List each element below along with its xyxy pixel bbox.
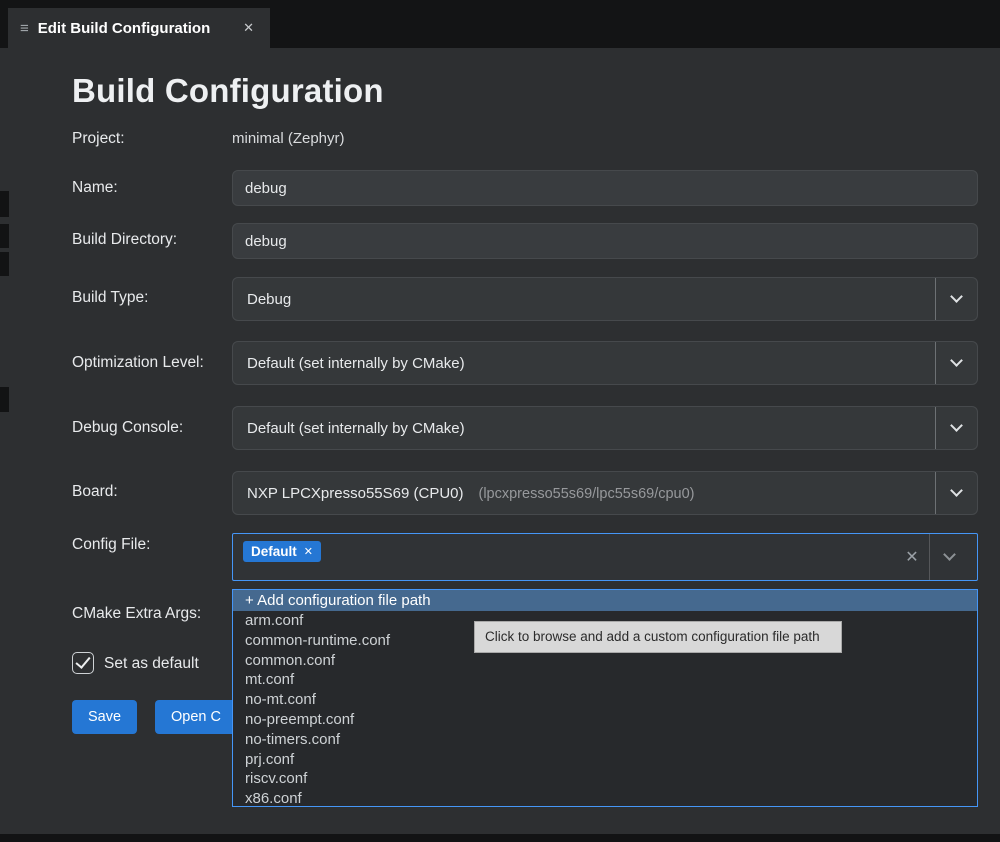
chevron-down-icon bbox=[935, 407, 977, 449]
project-value: minimal (Zephyr) bbox=[232, 130, 345, 147]
debug-console-select[interactable]: Default (set internally by CMake) bbox=[232, 406, 978, 450]
board-value: NXP LPCXpresso55S69 (CPU0) bbox=[247, 485, 464, 502]
add-config-file-path-option[interactable]: + Add configuration file path bbox=[233, 590, 977, 611]
chevron-down-icon bbox=[935, 472, 977, 514]
config-file-label: Config File: bbox=[72, 536, 150, 554]
tab-bar: ≡ Edit Build Configuration ✕ bbox=[0, 0, 1000, 48]
optimization-level-label: Optimization Level: bbox=[72, 354, 204, 372]
debug-console-label: Debug Console: bbox=[72, 419, 183, 437]
name-label: Name: bbox=[72, 179, 118, 197]
tab-edit-build-configuration[interactable]: ≡ Edit Build Configuration ✕ bbox=[8, 8, 270, 48]
build-type-value: Debug bbox=[247, 291, 291, 308]
chevron-down-icon bbox=[935, 278, 977, 320]
save-button[interactable]: Save bbox=[72, 700, 137, 734]
config-option[interactable]: riscv.conf bbox=[233, 769, 977, 789]
browse-tooltip: Click to browse and add a custom configu… bbox=[474, 621, 842, 653]
bottom-edge-strip bbox=[0, 834, 1000, 842]
config-chip-default[interactable]: Default ✕ bbox=[243, 541, 321, 562]
config-option[interactable]: common.conf bbox=[233, 651, 977, 671]
optimization-level-value: Default (set internally by CMake) bbox=[247, 355, 465, 372]
set-as-default-label: Set as default bbox=[104, 655, 199, 673]
build-type-label: Build Type: bbox=[72, 289, 148, 307]
left-edge-notch bbox=[0, 191, 9, 217]
board-select[interactable]: NXP LPCXpresso55S69 (CPU0) (lpcxpresso55… bbox=[232, 471, 978, 515]
build-directory-input[interactable] bbox=[232, 223, 978, 259]
tab-title: Edit Build Configuration bbox=[38, 20, 210, 37]
edit-build-configuration-window: ≡ Edit Build Configuration ✕ Build Confi… bbox=[0, 0, 1000, 842]
board-detail: (lpcxpresso55s69/lpc55s69/cpu0) bbox=[479, 486, 695, 502]
build-type-select[interactable]: Debug bbox=[232, 277, 978, 321]
project-label: Project: bbox=[72, 130, 125, 148]
debug-console-value: Default (set internally by CMake) bbox=[247, 420, 465, 437]
list-icon: ≡ bbox=[20, 20, 29, 37]
chevron-down-icon[interactable] bbox=[929, 534, 969, 580]
config-option[interactable]: no-timers.conf bbox=[233, 730, 977, 750]
config-option[interactable]: prj.conf bbox=[233, 750, 977, 770]
config-option[interactable]: x86.conf bbox=[233, 789, 977, 807]
config-option[interactable]: mt.conf bbox=[233, 670, 977, 690]
board-label: Board: bbox=[72, 483, 118, 501]
optimization-level-select[interactable]: Default (set internally by CMake) bbox=[232, 341, 978, 385]
chip-remove-icon[interactable]: ✕ bbox=[304, 545, 313, 558]
page-title: Build Configuration bbox=[72, 72, 384, 110]
left-edge-notch bbox=[0, 387, 9, 412]
build-directory-label: Build Directory: bbox=[72, 231, 177, 249]
chevron-down-icon bbox=[935, 342, 977, 384]
name-input[interactable] bbox=[232, 170, 978, 206]
cmake-extra-args-label: CMake Extra Args: bbox=[72, 605, 201, 623]
clear-selection-icon[interactable]: ✕ bbox=[895, 547, 929, 567]
config-file-multiselect[interactable]: Default ✕ ✕ bbox=[232, 533, 978, 581]
set-as-default-checkbox[interactable] bbox=[72, 652, 94, 674]
config-chip-label: Default bbox=[251, 544, 297, 559]
left-edge-notch bbox=[0, 224, 9, 248]
config-option[interactable]: no-mt.conf bbox=[233, 690, 977, 710]
left-edge-notch bbox=[0, 252, 9, 276]
config-option[interactable]: no-preempt.conf bbox=[233, 710, 977, 730]
tab-close-icon[interactable]: ✕ bbox=[239, 18, 258, 38]
open-button[interactable]: Open C bbox=[155, 700, 237, 734]
